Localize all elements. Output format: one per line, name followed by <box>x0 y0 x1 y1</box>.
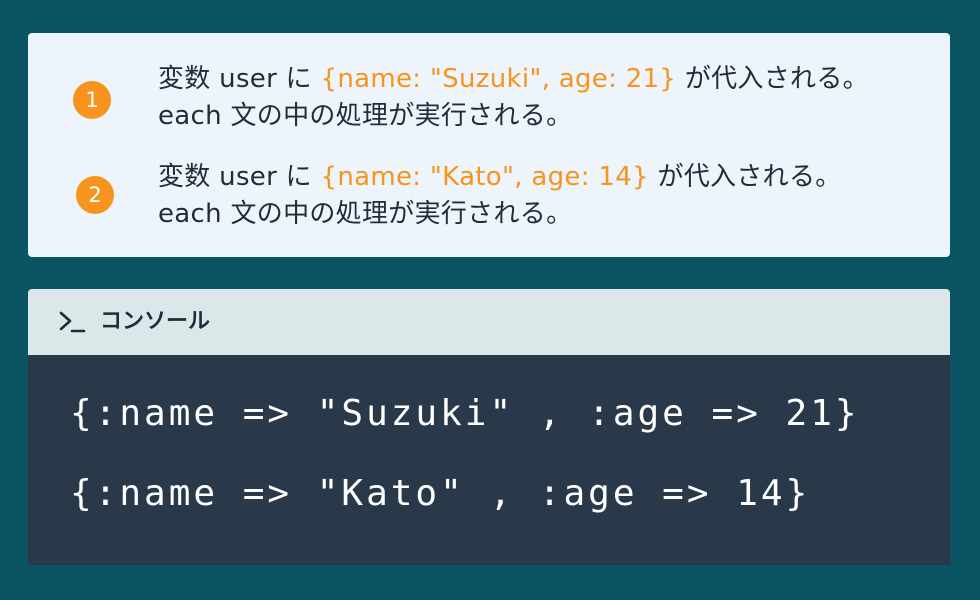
terminal-prompt-icon <box>59 311 86 333</box>
explanation-card: 1 変数 user に {name: "Suzuki", age: 21} が代… <box>28 33 950 257</box>
step-line-prefix: 変数 user に <box>158 162 321 192</box>
step-line-1: 変数 user に {name: "Kato", age: 14} が代入される… <box>158 159 842 196</box>
step-line-suffix: が代入される。 <box>648 162 842 192</box>
step-code-highlight: {name: "Suzuki", age: 21} <box>320 64 677 94</box>
step-code-highlight: {name: "Kato", age: 14} <box>320 162 649 192</box>
console-output-panel: {:name => "Suzuki" , :age => 21} {:name … <box>28 355 950 565</box>
console-output-line: {:name => "Suzuki" , :age => 21} <box>70 393 860 434</box>
step-number-badge: 2 <box>76 176 114 214</box>
step-line-prefix: 変数 user に <box>158 64 321 94</box>
console-title: コンソール <box>100 309 211 334</box>
step-line-2: each 文の中の処理が実行される。 <box>158 199 573 229</box>
step-text: 変数 user に {name: "Suzuki", age: 21} が代入さ… <box>158 61 869 135</box>
step-line-suffix: が代入される。 <box>676 64 869 94</box>
step-number-badge: 1 <box>73 81 111 119</box>
console-header: コンソール <box>28 289 950 355</box>
step-text: 変数 user に {name: "Kato", age: 14} が代入される… <box>158 159 842 233</box>
console-output-line: {:name => "Kato" , :age => 14} <box>70 473 811 514</box>
step-line-2: each 文の中の処理が実行される。 <box>158 101 573 131</box>
step-line-1: 変数 user に {name: "Suzuki", age: 21} が代入さ… <box>158 61 869 98</box>
